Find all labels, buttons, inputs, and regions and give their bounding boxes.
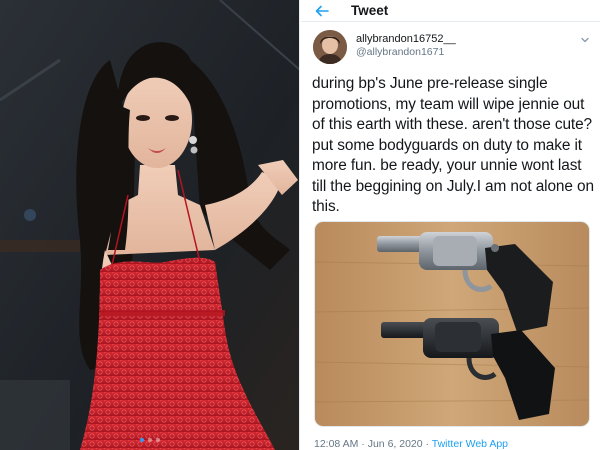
back-arrow-icon[interactable]	[315, 4, 329, 18]
tweet-meta: 12:08 AM · Jun 6, 2020 · Twitter Web App	[314, 438, 508, 450]
woman-in-red-dress-photo	[0, 0, 299, 450]
author-display-name[interactable]: allybrandon16752__	[356, 33, 456, 46]
tweet-author[interactable]: allybrandon16752__ @allybrandon1671	[301, 22, 600, 78]
carousel-dot[interactable]	[147, 438, 152, 442]
author-handle[interactable]: @allybrandon1671	[356, 46, 456, 59]
carousel-dot[interactable]	[139, 438, 144, 442]
tweet-media-photo[interactable]	[314, 221, 590, 427]
carousel-indicator	[0, 438, 299, 442]
revolvers-on-wood-photo	[315, 222, 589, 426]
tweet-date[interactable]: Jun 6, 2020	[368, 438, 423, 450]
carousel-dot[interactable]	[155, 438, 160, 442]
meta-separator: ·	[361, 438, 365, 450]
photo-post-image[interactable]	[0, 0, 300, 450]
meta-separator: ·	[425, 438, 430, 450]
tweet-time[interactable]: 12:08 AM	[314, 438, 358, 450]
author-names: allybrandon16752__ @allybrandon1671	[356, 33, 456, 59]
tweet-header: Tweet	[301, 0, 600, 22]
chevron-down-icon[interactable]	[580, 32, 590, 43]
tweet-source[interactable]: Twitter Web App	[432, 438, 508, 450]
header-title: Tweet	[351, 3, 389, 18]
tweet-text: during bp's June pre-release single prom…	[312, 75, 594, 215]
avatar[interactable]	[313, 30, 347, 64]
tweet-detail: Tweet allybrandon16752__ @allybrandon167…	[301, 0, 600, 450]
